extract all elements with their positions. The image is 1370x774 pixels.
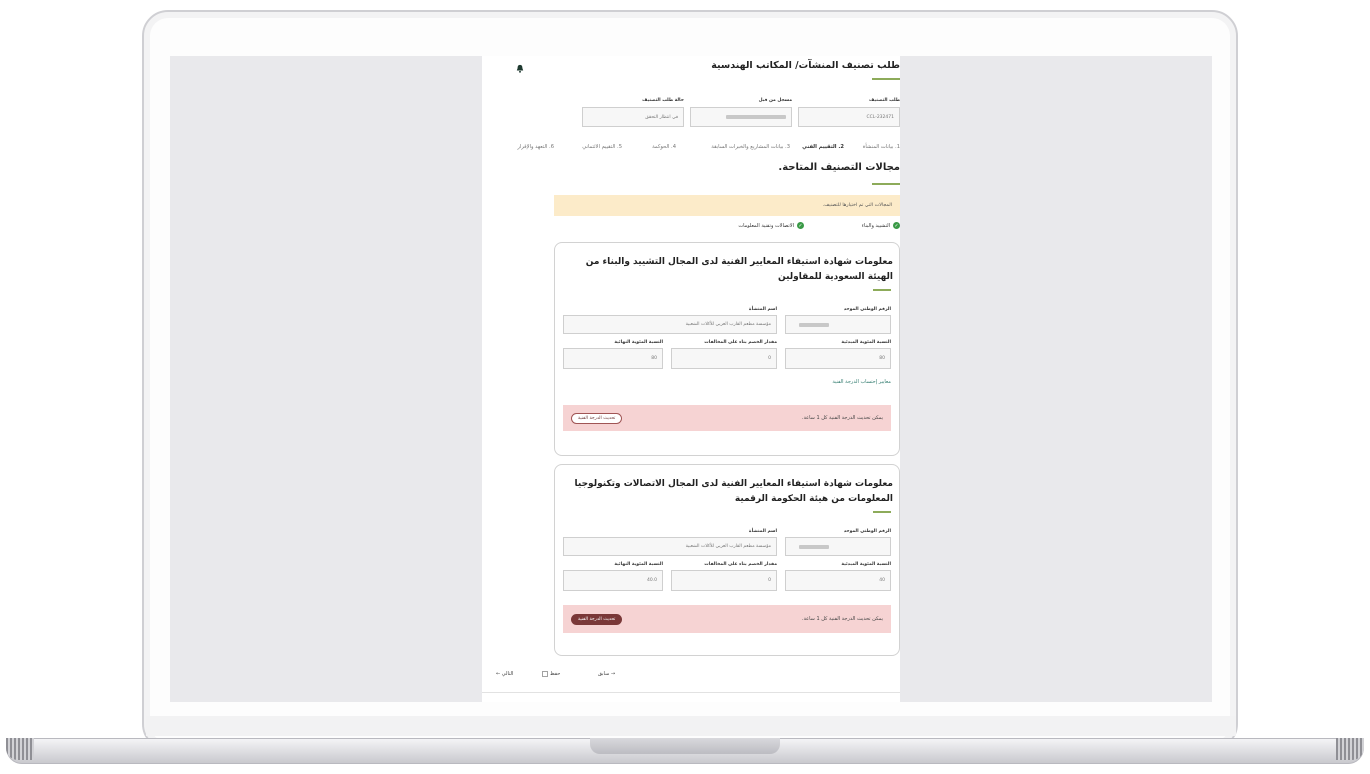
save-icon	[542, 671, 548, 677]
previous-button[interactable]: → سابق	[598, 671, 615, 677]
check-icon: ✓	[797, 222, 804, 229]
step-5[interactable]: 5. التقييم الائتماني	[582, 144, 622, 150]
check-icon: ✓	[893, 222, 900, 229]
certificate-card-it: معلومات شهادة استيفاء المعايير الفنية لد…	[554, 464, 900, 656]
section-underline	[872, 183, 900, 185]
registered-by-label: مسجل من قبل	[758, 98, 792, 103]
national-id-field	[785, 537, 891, 556]
update-score-button[interactable]: تحديث الدرجة الفنية	[571, 613, 623, 625]
criteria-link[interactable]: معايير إحتساب الدرجة الفنية	[832, 379, 891, 385]
update-alert: يمكن تحديث الدرجة الفنية كل 1 ساعة. تحدي…	[563, 605, 891, 633]
request-number-value: CCL-232471	[866, 114, 894, 120]
deduction-label: مقدار الخصم بناء على المخالفات	[704, 340, 777, 345]
initial-pct-field: 40	[785, 570, 891, 591]
org-name-label: اسم المنشأة	[748, 529, 777, 534]
org-name-field: مؤسسة مطعم القارب العربي للأكلات الشعبية	[563, 537, 777, 556]
certificate-card-construction: معلومات شهادة استيفاء المعايير الفنية لد…	[554, 242, 900, 456]
card-title: معلومات شهادة استيفاء المعايير الفنية لد…	[585, 257, 893, 282]
org-name-label: اسم المنشأة	[748, 307, 777, 312]
status-label: حالة طلب التصنيف	[642, 98, 684, 103]
classification-page: طلب تصنيف المنشآت/ المكاتب الهندسية طلب …	[482, 56, 900, 702]
initial-pct-label: النسبة المئوية المبدئية	[841, 340, 891, 345]
deduction-field: 0	[671, 348, 777, 369]
registered-by-field	[690, 107, 792, 127]
page-title: طلب تصنيف المنشآت/ المكاتب الهندسية	[711, 60, 900, 71]
final-pct-label: النسبة المئوية النهائية	[614, 562, 663, 567]
laptop-bezel	[146, 716, 1236, 736]
update-score-button[interactable]: تحديث الدرجة الفنية	[571, 412, 623, 424]
deduction-field: 0	[671, 570, 777, 591]
deduction-label: مقدار الخصم بناء على المخالفات	[704, 562, 777, 567]
step-3[interactable]: 3. بيانات المشاريع والخبرات السابقة	[711, 144, 790, 150]
redacted-value	[799, 322, 829, 327]
update-alert: يمكن تحديث الدرجة الفنية كل 1 ساعة. تحدي…	[563, 405, 891, 431]
redacted-value	[726, 115, 786, 119]
final-pct-field: 80	[563, 348, 663, 369]
selected-fields-note: المجالات التي تم اختيارها للتصنيف.	[554, 195, 900, 216]
save-button[interactable]: حفظ	[542, 671, 560, 677]
step-6[interactable]: 6. التعهد والإقرار	[517, 144, 554, 150]
org-name-field: مؤسسة مطعم القارب العربي للأكلات الشعبية	[563, 315, 777, 334]
screen: طلب تصنيف المنشآت/ المكاتب الهندسية طلب …	[170, 56, 1212, 702]
next-button[interactable]: التالي ←	[496, 671, 513, 677]
final-pct-label: النسبة المئوية النهائية	[614, 340, 663, 345]
initial-pct-label: النسبة المئوية المبدئية	[841, 562, 891, 567]
initial-pct-field: 80	[785, 348, 891, 369]
step-2[interactable]: 2. التقييم الفني	[802, 144, 844, 150]
bell-icon[interactable]	[516, 64, 524, 73]
status-value: في انتظار التحقق	[645, 114, 678, 120]
section-title: مجالات التصنيف المتاحة.	[778, 162, 900, 173]
card-underline	[873, 511, 891, 513]
final-pct-field: 40.0	[563, 570, 663, 591]
national-id-field	[785, 315, 891, 334]
laptop-notch	[590, 738, 780, 754]
request-number-field: CCL-232471	[798, 107, 900, 127]
title-underline	[872, 78, 900, 80]
status-field: في انتظار التحقق	[582, 107, 684, 127]
field-construction: ✓ التشييد والبناء	[861, 222, 900, 229]
laptop-base-edge-right	[1336, 738, 1364, 760]
national-id-label: الرقم الوطني الموحد	[843, 529, 891, 534]
card-title: معلومات شهادة استيفاء المعايير الفنية لد…	[574, 479, 893, 504]
step-1[interactable]: 1. بيانات المنشأة	[863, 144, 900, 150]
card-underline	[873, 289, 891, 291]
step-4[interactable]: 4. الحوكمة	[652, 144, 676, 150]
footer-divider	[482, 692, 900, 693]
redacted-value	[799, 544, 829, 549]
laptop-base-edge-left	[6, 738, 34, 760]
national-id-label: الرقم الوطني الموحد	[843, 307, 891, 312]
request-label: طلب التصنيف	[869, 98, 900, 103]
field-it: ✓ الاتصالات وتقنية المعلومات	[738, 222, 804, 229]
